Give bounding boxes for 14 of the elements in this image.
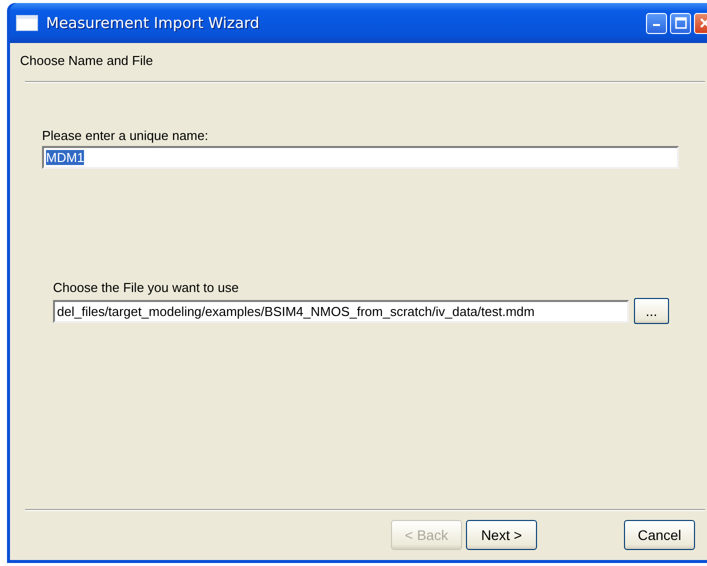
file-label: Choose the File you want to use	[53, 280, 240, 295]
window-title: Measurement Import Wizard	[46, 14, 260, 32]
maximize-icon	[674, 17, 686, 29]
minimize-button[interactable]	[646, 12, 667, 34]
name-label: Please enter a unique name:	[42, 128, 210, 143]
close-icon	[698, 17, 707, 29]
step-title: Choose Name and File	[20, 53, 153, 68]
name-input-field[interactable]: MDM1	[42, 146, 679, 169]
window-icon	[16, 15, 38, 31]
wizard-nav-button[interactable]: Next >	[466, 520, 537, 550]
browse-button[interactable]: ...	[634, 298, 669, 324]
file-path-field[interactable]: del_files/target_modeling/examples/BSIM4_NMOS_from_scratch/iv_data/test.mdm	[53, 300, 629, 322]
cancel-button[interactable]: Cancel	[624, 520, 695, 550]
maximize-button[interactable]	[670, 12, 691, 34]
